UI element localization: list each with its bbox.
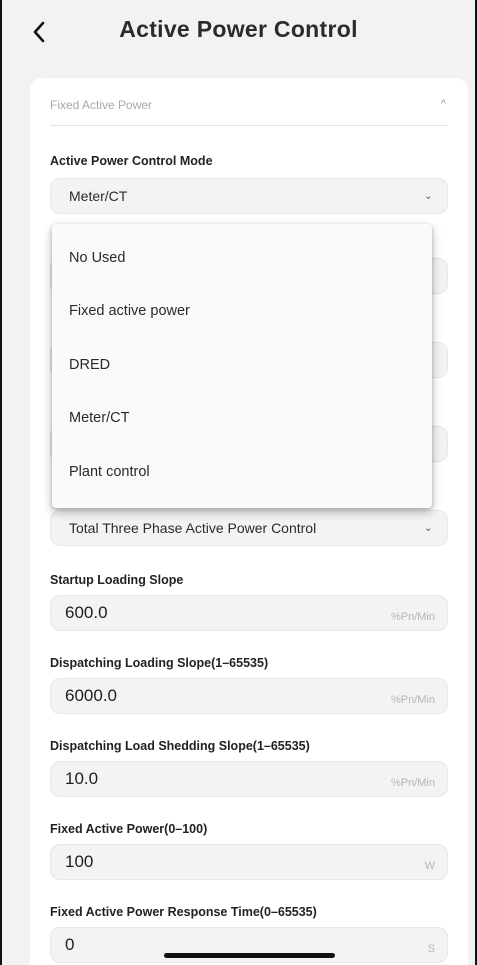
- option-label: Fixed active power: [69, 303, 190, 319]
- dropdown-option-no-used[interactable]: No Used: [52, 232, 432, 285]
- field-value: 6000.0: [65, 686, 117, 705]
- section-title: Fixed Active Power: [50, 98, 153, 112]
- control-mode-dropdown: No Used Fixed active power DRED Meter/CT…: [52, 224, 432, 508]
- control-mode-select[interactable]: Meter/CT ⌄: [50, 178, 448, 214]
- control-mode-label: Active Power Control Mode: [50, 154, 213, 168]
- chevron-down-icon: ⌄: [423, 190, 433, 202]
- option-label: No Used: [69, 250, 126, 266]
- field-label: Dispatching Load Shedding Slope(1–65535): [50, 739, 310, 753]
- control-type-select[interactable]: Total Three Phase Active Power Control ⌄: [50, 510, 448, 546]
- dropdown-option-meter-ct[interactable]: Meter/CT: [52, 392, 432, 445]
- field-value: 600.0: [65, 603, 108, 622]
- field-label: Fixed Active Power(0–100): [50, 822, 208, 836]
- field-label: Dispatching Loading Slope(1–65535): [50, 656, 269, 670]
- startup-loading-slope-input[interactable]: 600.0 %Pn/Min: [50, 595, 448, 631]
- field-unit: S: [427, 943, 435, 955]
- section-header[interactable]: Fixed Active Power ^: [50, 90, 448, 126]
- dropdown-option-plant-control[interactable]: Plant control: [52, 446, 432, 499]
- field-value: 10.0: [65, 769, 99, 788]
- field-unit: %Pn/Min: [390, 777, 435, 789]
- field-label: Startup Loading Slope: [50, 573, 184, 587]
- control-type-value: Total Three Phase Active Power Control: [69, 520, 317, 536]
- home-indicator[interactable]: [164, 953, 335, 958]
- settings-card: Fixed Active Power ^ Active Power Contro…: [30, 78, 468, 965]
- dropdown-option-fixed-active-power[interactable]: Fixed active power: [52, 285, 432, 338]
- field-unit: %Pn/Min: [390, 611, 435, 623]
- dispatching-load-shedding-slope-input[interactable]: 10.0 %Pn/Min: [50, 761, 448, 797]
- dispatching-loading-slope-input[interactable]: 6000.0 %Pn/Min: [50, 678, 448, 714]
- option-label: Meter/CT: [69, 410, 130, 426]
- field-value: 100: [65, 852, 94, 871]
- page-title: Active Power Control: [119, 16, 358, 42]
- dropdown-option-dred[interactable]: DRED: [52, 339, 432, 392]
- field-unit: W: [424, 860, 435, 872]
- field-unit: %Pn/Min: [390, 694, 435, 706]
- control-mode-value: Meter/CT: [69, 188, 128, 204]
- chevron-up-icon: ^: [440, 98, 446, 110]
- header: Active Power Control: [2, 0, 475, 70]
- chevron-down-icon: ⌄: [423, 522, 433, 534]
- fixed-active-power-input[interactable]: 100 W: [50, 844, 448, 880]
- phone-screen: Active Power Control Fixed Active Power …: [0, 0, 477, 965]
- option-label: DRED: [69, 357, 111, 373]
- option-label: Plant control: [69, 464, 150, 480]
- field-value: 0: [65, 935, 75, 954]
- field-label: Fixed Active Power Response Time(0–65535…: [50, 905, 317, 919]
